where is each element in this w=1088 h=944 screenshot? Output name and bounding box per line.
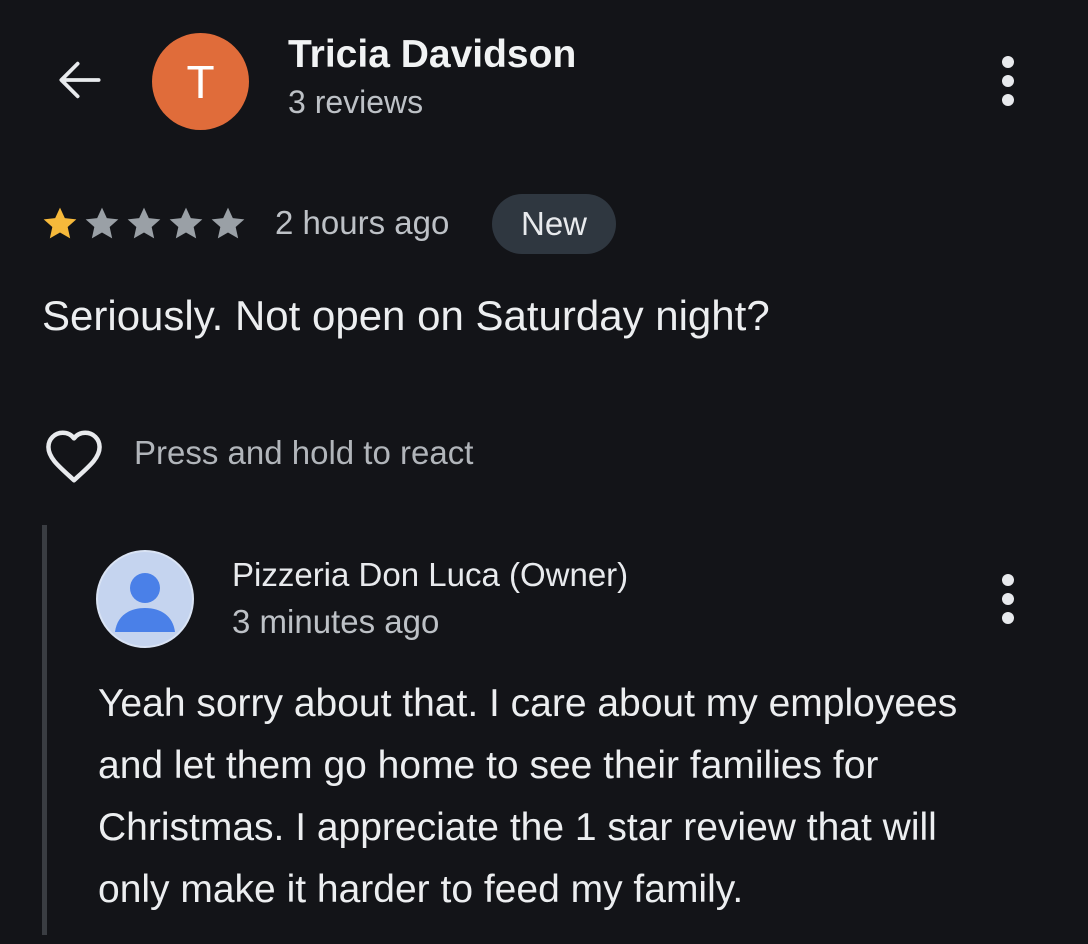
more-vertical-icon bbox=[1002, 56, 1014, 68]
star-rating bbox=[40, 202, 248, 246]
reviewer-initial: T bbox=[186, 55, 215, 108]
arrow-left-icon bbox=[59, 61, 101, 99]
star-icon bbox=[166, 204, 206, 244]
star-icon bbox=[208, 204, 248, 244]
reply-line: and let them go home to see their famili… bbox=[98, 744, 879, 787]
review-time: 2 hours ago bbox=[275, 204, 450, 241]
owner-avatar[interactable] bbox=[96, 550, 194, 648]
heart-outline-icon bbox=[46, 430, 102, 483]
reply-line: only make it harder to feed my family. bbox=[98, 868, 744, 911]
owner-name[interactable]: Pizzeria Don Luca (Owner) bbox=[232, 556, 628, 594]
react-hint: Press and hold to react bbox=[134, 434, 474, 471]
reply-line: Yeah sorry about that. I care about my e… bbox=[98, 682, 958, 725]
person-icon bbox=[115, 573, 175, 632]
review-more-button[interactable] bbox=[988, 36, 1028, 126]
react-button[interactable] bbox=[38, 424, 110, 488]
star-icon bbox=[40, 204, 80, 244]
reviewer-review-count: 3 reviews bbox=[288, 84, 424, 120]
reviewer-name[interactable]: Tricia Davidson bbox=[288, 33, 576, 77]
reply-text: Yeah sorry about that. I care about my e… bbox=[98, 673, 1058, 921]
reviewer-avatar[interactable]: T bbox=[152, 33, 249, 130]
reply-indent-bar bbox=[42, 525, 47, 935]
review-text: Seriously. Not open on Saturday night? bbox=[42, 292, 770, 339]
new-badge: New bbox=[492, 194, 616, 254]
star-icon bbox=[82, 204, 122, 244]
reply-more-button[interactable] bbox=[988, 554, 1028, 644]
reply-line: Christmas. I appreciate the 1 star revie… bbox=[98, 806, 937, 849]
back-button[interactable] bbox=[44, 48, 116, 112]
star-icon bbox=[124, 204, 164, 244]
reply-time: 3 minutes ago bbox=[232, 603, 440, 640]
more-vertical-icon bbox=[1002, 574, 1014, 586]
